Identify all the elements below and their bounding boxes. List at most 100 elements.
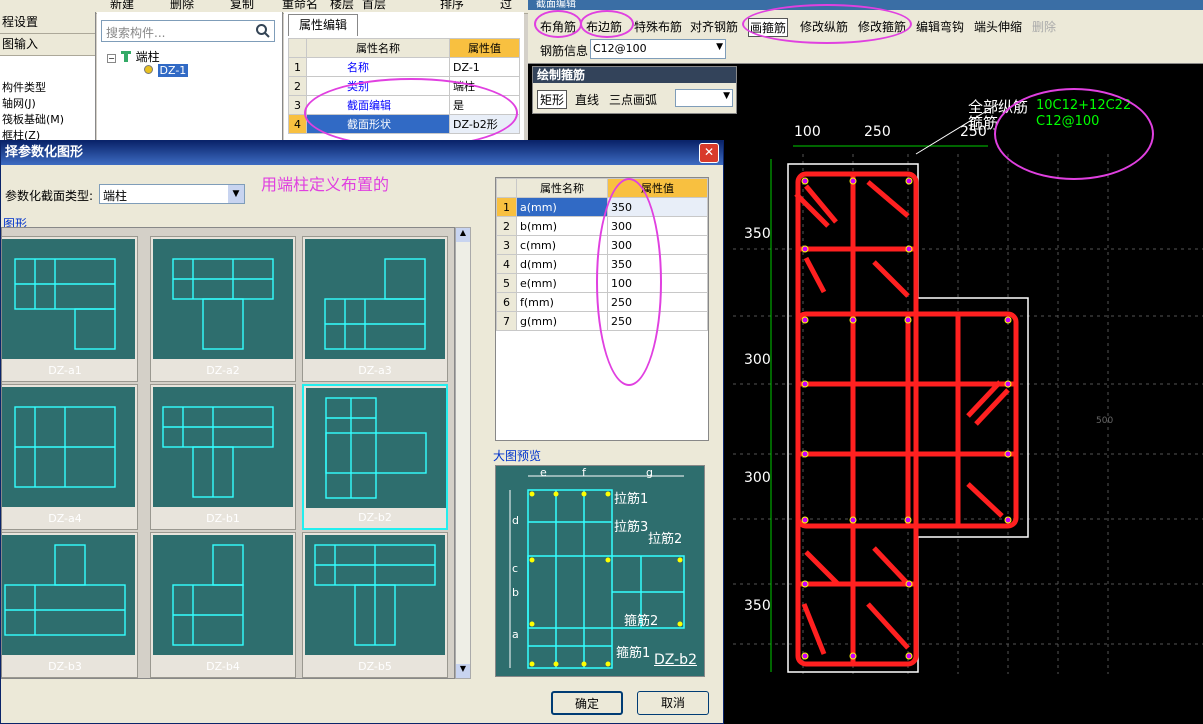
- shape-thumb[interactable]: DZ-b4: [150, 532, 296, 678]
- shape-thumb[interactable]: DZ-a3: [302, 236, 448, 382]
- shape-drawing: [305, 239, 445, 359]
- faint-dim: 500: [1096, 416, 1114, 426]
- tree-root-label: 端柱: [135, 50, 160, 64]
- annotation-circle: [742, 4, 912, 44]
- cancel-button[interactable]: 取消: [637, 691, 709, 715]
- shape-label: DZ-b1: [206, 512, 240, 525]
- shape-drawing: [2, 239, 135, 359]
- shape-drawing: [306, 388, 446, 508]
- column-icon: [120, 51, 131, 62]
- preview-dim-a: a: [512, 628, 519, 641]
- nav-header-project-settings[interactable]: 程设置: [0, 12, 95, 34]
- shape-drawing: [153, 387, 293, 507]
- tree-root[interactable]: − 端柱: [107, 48, 160, 65]
- dialog-title: 择参数化图形: [1, 141, 723, 165]
- preview-tie2: 拉筋2: [648, 532, 683, 547]
- edit-hook-button[interactable]: 编辑弯钩: [916, 18, 964, 35]
- rebar-info-value: C12@100: [593, 42, 647, 55]
- dim-left-1: 350: [744, 226, 771, 242]
- floor-select[interactable]: 首层: [362, 0, 386, 12]
- delete-button[interactable]: 删除: [170, 0, 194, 12]
- shape-label: DZ-b4: [206, 660, 240, 673]
- shape-label: DZ-b2: [358, 511, 392, 524]
- shape-thumb[interactable]: DZ-b1: [150, 384, 296, 530]
- shape-label: DZ-b3: [48, 660, 82, 673]
- shape-label: DZ-a4: [48, 512, 82, 525]
- property-panel: 属性编辑 属性名称 属性值 1 名称 DZ-1 2 类别 端柱 3 截面编辑是 4 截面形状…: [284, 12, 524, 148]
- rebar-info-label: 钢筋信息: [540, 44, 589, 58]
- chevron-down-icon[interactable]: ▼: [228, 185, 244, 203]
- section-type-label: 参数化截面类型:: [5, 189, 94, 203]
- rebar-info-input[interactable]: C12@100 ▼: [590, 39, 726, 59]
- col-value-header: 属性值: [449, 38, 520, 58]
- nav-header-drawing-input[interactable]: 图输入: [0, 34, 95, 56]
- select-parametric-shape-dialog: 择参数化图形 ✕ 参数化截面类型: 端柱 ▼ 用端柱定义布置的 图形 DZ-a1…: [0, 140, 724, 724]
- collapse-icon[interactable]: −: [107, 54, 116, 63]
- preview-dim-d: d: [512, 514, 519, 527]
- shape-label: DZ-a2: [206, 364, 240, 377]
- annotation-circle: [580, 10, 634, 38]
- search-placeholder: 搜索构件...: [106, 26, 166, 40]
- gallery-scrollbar[interactable]: ▲ ▼: [455, 227, 471, 679]
- filter-button[interactable]: 过: [500, 0, 512, 12]
- section-type-value: 端柱: [103, 189, 128, 203]
- shape-thumb[interactable]: DZ-b3: [2, 532, 138, 678]
- dim-left-3: 300: [744, 470, 771, 486]
- gear-icon: [144, 65, 153, 74]
- annotation-circle: [534, 10, 582, 38]
- preview-dim-g: g: [646, 466, 653, 479]
- annotation-circle: [596, 178, 662, 386]
- preview-stirrup1: 箍筋1: [616, 646, 651, 661]
- sort-button[interactable]: 排序: [440, 0, 464, 12]
- special-bar-button[interactable]: 特殊布筋: [634, 18, 682, 35]
- nav-item-component-type[interactable]: 构件类型: [0, 80, 95, 96]
- scroll-up-icon[interactable]: ▲: [456, 228, 470, 242]
- chevron-down-icon[interactable]: ▼: [716, 42, 723, 52]
- property-row[interactable]: 1 名称 DZ-1: [288, 57, 520, 77]
- align-bar-button[interactable]: 对齐钢筋: [690, 18, 738, 35]
- close-icon[interactable]: ✕: [699, 143, 719, 163]
- preview-stirrup2: 箍筋2: [624, 614, 659, 629]
- parameter-panel: 属性名称 属性值 1 a(mm) 350 2 b(mm) 300 3 c(mm) 300 4d…: [495, 177, 709, 441]
- annotation-circle: [994, 88, 1154, 180]
- col-name-header: 属性名称: [306, 38, 450, 58]
- shape-thumb-selected[interactable]: DZ-b2: [302, 384, 448, 530]
- tab-property-edit[interactable]: 属性编辑: [288, 14, 358, 36]
- shape-drawing: [2, 387, 135, 507]
- left-navigation: 程设置 图输入 构件类型 轴网(J) 筏板基础(M) 框柱(Z): [0, 12, 96, 142]
- shape-label: DZ-a3: [358, 364, 392, 377]
- parameter-row[interactable]: 1 a(mm) 350: [496, 197, 708, 217]
- shape-thumb[interactable]: DZ-a2: [150, 236, 296, 382]
- property-header-row: 属性名称 属性值: [288, 38, 520, 58]
- preview-shape-name: DZ-b2: [654, 652, 697, 668]
- copy-button[interactable]: 复制: [230, 0, 254, 12]
- dim-left-4: 350: [744, 598, 771, 614]
- section-editor-toolbar: 布角筋 布边筋 特殊布筋 对齐钢筋 画箍筋 修改纵筋 修改箍筋 编辑弯钩 端头伸…: [528, 4, 1203, 64]
- preview-dim-c: c: [512, 562, 519, 575]
- tree-item-dz1[interactable]: DZ-1: [143, 64, 189, 77]
- nav-item-axis-grid[interactable]: 轴网(J): [0, 96, 95, 112]
- end-stretch-button[interactable]: 端头伸缩: [974, 18, 1022, 35]
- tree-item-label: DZ-1: [157, 64, 189, 77]
- ok-button[interactable]: 确定: [551, 691, 623, 715]
- preview-label: 大图预览: [493, 449, 542, 463]
- scroll-down-icon[interactable]: ▼: [456, 664, 470, 678]
- rename-button[interactable]: 重命名: [282, 0, 318, 12]
- new-button[interactable]: 新建: [110, 0, 134, 12]
- param-col-name-header: 属性名称: [516, 178, 608, 198]
- parameter-header-row: 属性名称 属性值: [496, 178, 708, 198]
- shape-thumb[interactable]: DZ-a1: [2, 236, 138, 382]
- shape-label: DZ-a1: [48, 364, 82, 377]
- delete-button[interactable]: 删除: [1032, 18, 1056, 35]
- shape-drawing: [2, 535, 135, 655]
- annotation-note: 用端柱定义布置的: [261, 175, 390, 194]
- nav-item-raft-foundation[interactable]: 筏板基础(M): [0, 112, 95, 128]
- search-input[interactable]: 搜索构件...: [101, 20, 275, 42]
- section-type-select[interactable]: 端柱 ▼: [99, 184, 245, 204]
- shape-thumb[interactable]: DZ-a4: [2, 384, 138, 530]
- shape-thumb[interactable]: DZ-b5: [302, 532, 448, 678]
- shape-label: DZ-b5: [358, 660, 392, 673]
- search-icon[interactable]: [255, 23, 271, 39]
- preview-dim-e: e: [540, 466, 547, 479]
- component-tree-panel: 搜索构件... − 端柱 DZ-1: [97, 12, 283, 142]
